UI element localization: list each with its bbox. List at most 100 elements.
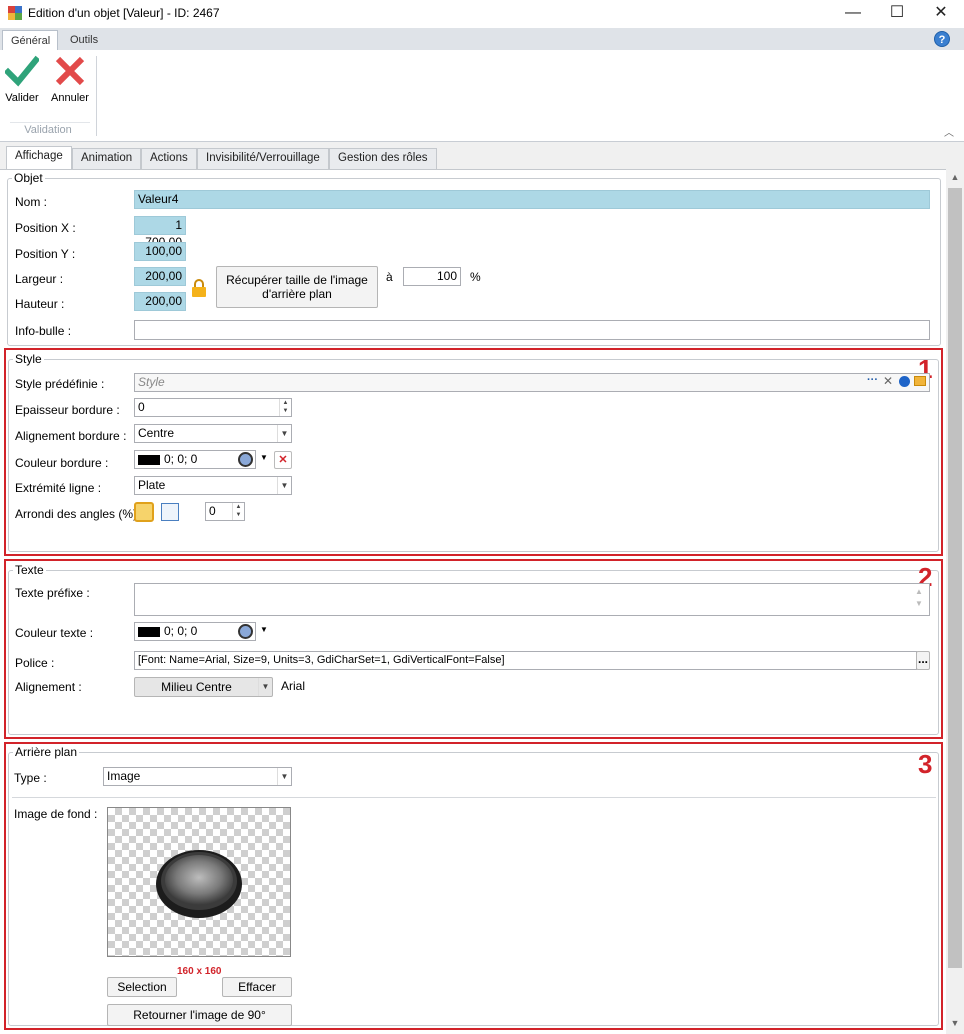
- texte-group-title: Texte: [13, 563, 46, 577]
- retourner-image-button[interactable]: Retourner l'image de 90°: [107, 1004, 292, 1026]
- position-x-label: Position X :: [15, 221, 76, 235]
- validate-button[interactable]: Valider: [4, 54, 40, 106]
- effacer-button[interactable]: Effacer: [222, 977, 292, 997]
- cancel-button[interactable]: Annuler: [50, 54, 90, 106]
- lock-icon[interactable]: [190, 278, 208, 298]
- minimize-button[interactable]: —: [830, 0, 876, 28]
- position-y-input[interactable]: 100,00: [134, 242, 186, 261]
- infobulle-label: Info-bulle :: [15, 324, 72, 338]
- infobulle-input[interactable]: [134, 320, 930, 340]
- close-button[interactable]: ✕: [918, 0, 964, 28]
- extremite-select[interactable]: Plate ▼: [134, 476, 292, 495]
- image-size-label: 160 x 160: [177, 966, 222, 977]
- texte-prefixe-label: Texte préfixe :: [15, 586, 90, 600]
- ribbon-tab-general[interactable]: Général: [2, 30, 58, 50]
- more-icon[interactable]: ···: [867, 374, 878, 386]
- tab-invisibilite[interactable]: Invisibilité/Verrouillage: [197, 148, 329, 169]
- color-swatch: [138, 454, 160, 465]
- hauteur-label: Hauteur :: [15, 297, 65, 311]
- nom-input[interactable]: Valeur4: [134, 190, 930, 209]
- extremite-label: Extrémité ligne :: [15, 481, 102, 495]
- alignement-bordure-value: Centre: [138, 426, 175, 440]
- ribbon-collapse-icon[interactable]: ︿: [944, 124, 954, 139]
- objet-group-title: Objet: [12, 171, 45, 185]
- knob-image: [156, 850, 242, 918]
- selection-button[interactable]: Selection: [107, 977, 177, 997]
- police-browse-button[interactable]: ...: [916, 651, 930, 670]
- arrondi-spinner-icon[interactable]: ▲ ▼: [232, 503, 244, 520]
- app-icon: [8, 6, 22, 20]
- recuperer-taille-button[interactable]: Récupérer taille de l'image d'arrière pl…: [216, 266, 378, 308]
- scroll-up-icon[interactable]: ▲: [946, 172, 964, 186]
- percent-input[interactable]: 100: [403, 267, 461, 286]
- color-picker-icon[interactable]: [238, 452, 253, 467]
- remove-color-icon[interactable]: ✕: [274, 451, 292, 469]
- largeur-input[interactable]: 200,00: [134, 267, 186, 286]
- font-preview: Arial: [281, 679, 306, 693]
- scroll-down-icon[interactable]: ▼: [946, 1018, 964, 1032]
- chevron-down-icon[interactable]: ▼: [277, 425, 291, 442]
- section-divider: [12, 797, 936, 798]
- arriere-section-number: 3: [918, 749, 933, 779]
- folder-icon[interactable]: [914, 376, 926, 386]
- position-y-label: Position Y :: [15, 247, 76, 261]
- cancel-label: Annuler: [51, 92, 89, 104]
- square-corners-icon[interactable]: [161, 503, 179, 521]
- alignement-bordure-select[interactable]: Centre ▼: [134, 424, 292, 443]
- chevron-down-icon[interactable]: ▼: [277, 768, 291, 785]
- color-picker-icon[interactable]: [238, 624, 253, 639]
- ribbon-tab-outils[interactable]: Outils: [62, 30, 106, 50]
- chevron-down-icon[interactable]: ▼: [277, 477, 291, 494]
- textarea-scroll-icon[interactable]: ▲ ▼: [915, 586, 923, 610]
- scroll-thumb[interactable]: [948, 188, 962, 968]
- style-predef-label: Style prédéfinie :: [15, 377, 105, 391]
- background-image-preview[interactable]: [107, 807, 291, 957]
- style-predef-input[interactable]: Style: [134, 373, 930, 392]
- validate-label: Valider: [5, 92, 39, 104]
- couleur-texte-label: Couleur texte :: [15, 626, 94, 640]
- position-x-input[interactable]: 1 700,00: [134, 216, 186, 249]
- couleur-bordure-label: Couleur bordure :: [15, 456, 109, 470]
- help-icon[interactable]: ?: [934, 31, 950, 47]
- chevron-down-icon[interactable]: ▼: [258, 678, 272, 696]
- clear-icon[interactable]: ✕: [883, 374, 893, 388]
- image-fond-label: Image de fond :: [14, 807, 98, 821]
- type-select[interactable]: Image ▼: [103, 767, 292, 786]
- color-dropdown-icon[interactable]: ▼: [260, 453, 268, 462]
- percent-sign: %: [470, 270, 481, 284]
- arrondi-input[interactable]: 0 ▲ ▼: [205, 502, 245, 521]
- arrondi-value: 0: [209, 504, 216, 518]
- ribbon-tab-bar: [0, 28, 964, 50]
- alignement-texte-label: Alignement :: [15, 680, 82, 694]
- tab-gestion-roles[interactable]: Gestion des rôles: [329, 148, 437, 169]
- alignement-texte-select[interactable]: Milieu Centre ▼: [134, 677, 273, 697]
- nom-label: Nom :: [15, 195, 48, 209]
- hauteur-input[interactable]: 200,00: [134, 292, 186, 311]
- color-dropdown-icon[interactable]: ▼: [260, 625, 268, 634]
- epaisseur-label: Epaisseur bordure :: [15, 403, 120, 417]
- couleur-bordure-value: 0; 0; 0: [164, 452, 198, 466]
- epaisseur-input[interactable]: 0 ▲ ▼: [134, 398, 292, 417]
- type-value: Image: [107, 769, 141, 783]
- tab-affichage[interactable]: Affichage: [6, 146, 72, 170]
- ribbon-panel: [0, 50, 964, 142]
- cross-icon: [55, 56, 85, 86]
- style-group-title: Style: [13, 352, 44, 366]
- rounded-corners-icon[interactable]: [134, 502, 154, 522]
- arrondi-label: Arrondi des angles (%): [15, 507, 138, 521]
- a-label: à: [386, 270, 393, 284]
- group-divider: [10, 122, 90, 123]
- ribbon-separator: [96, 56, 97, 136]
- texte-prefixe-input[interactable]: [134, 583, 930, 616]
- couleur-texte-value: 0; 0; 0: [164, 624, 198, 638]
- epaisseur-spinner-icon[interactable]: ▲ ▼: [279, 399, 291, 416]
- alignement-texte-value: Milieu Centre: [161, 680, 232, 694]
- police-label: Police :: [15, 656, 55, 670]
- tab-animation[interactable]: Animation: [72, 148, 142, 169]
- maximize-button[interactable]: ☐: [874, 0, 920, 28]
- police-input[interactable]: [Font: Name=Arial, Size=9, Units=3, GdiC…: [134, 651, 917, 670]
- alignement-bordure-label: Alignement bordure :: [15, 429, 127, 443]
- tab-actions[interactable]: Actions: [141, 148, 197, 169]
- goto-icon[interactable]: [899, 376, 910, 387]
- checkmark-icon: [5, 55, 39, 87]
